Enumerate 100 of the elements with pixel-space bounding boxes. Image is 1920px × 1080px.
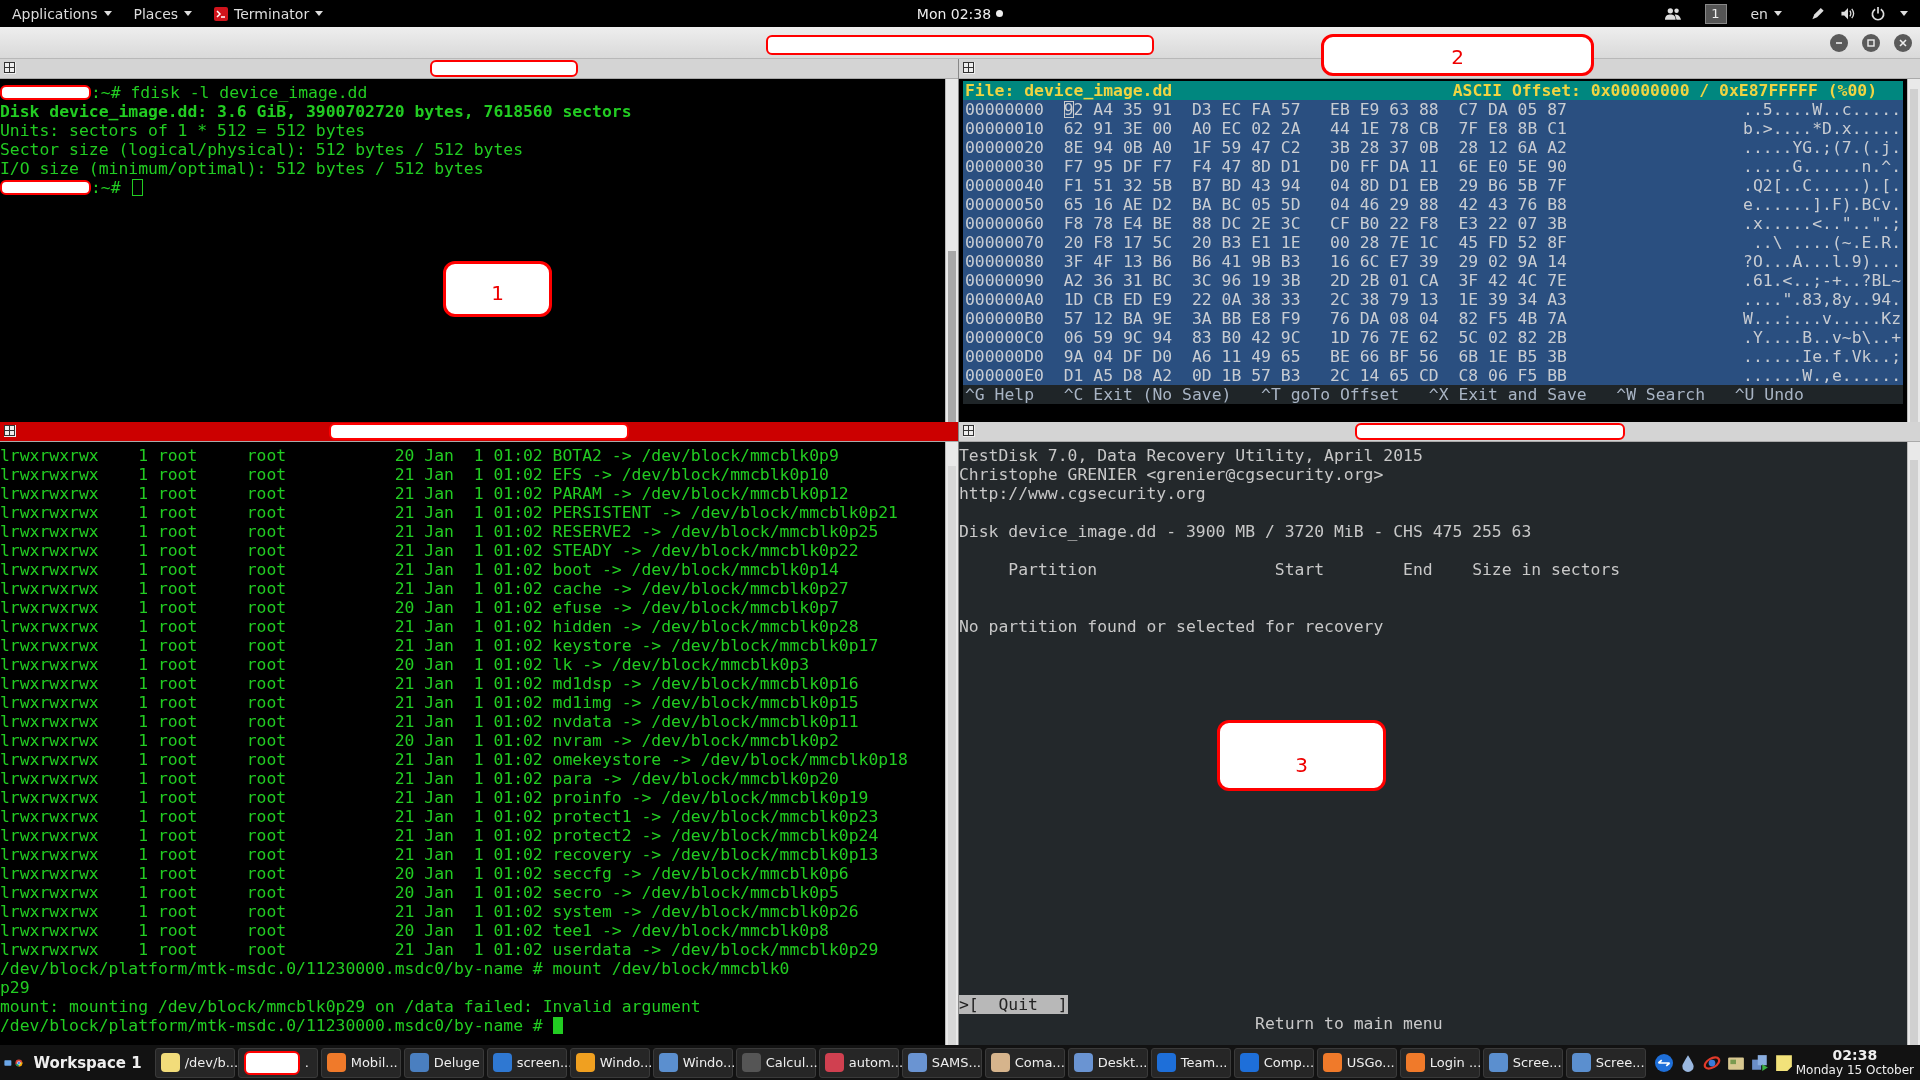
hex-ascii: ..5....W..c..... <box>1743 100 1901 119</box>
shortcut-hint: ^C Exit (No Save) <box>1063 385 1232 404</box>
hex-offset: 000000D0 <box>965 347 1044 366</box>
shortcut-hint: ^U Undo <box>1734 385 1804 404</box>
hex-ascii: ..\ ....(~.E.R. <box>1751 233 1901 252</box>
terminal-line: http://www.cgsecurity.org <box>959 484 1207 503</box>
terminal-line: lrwxrwxrwx 1 root root 21 Jan 1 01:02 userdata -> /dev/block/mmcblk0p29 <box>0 940 879 959</box>
hex-bytes: F7 95 DF F7 F4 47 8D D1 D0 FF DA 11 6E E0 5E 90 <box>1063 157 1567 176</box>
terminal-line: lrwxrwxrwx 1 root root 21 Jan 1 01:02 nvdata -> /dev/block/mmcblk0p11 <box>0 712 859 731</box>
terminal-line: Disk device_image.dd - 3900 MB / 3720 MiB - CHS 475 255 63 <box>959 522 1533 541</box>
terminal-line: lrwxrwxrwx 1 root root 21 Jan 1 01:02 boot -> /dev/block/mmcblk0p14 <box>0 560 839 579</box>
hex-bytes: 3F 4F 13 B6 B6 41 9B B3 16 6C E7 39 29 02 9A 14 <box>1063 252 1567 271</box>
terminal-line: lrwxrwxrwx 1 root root 21 Jan 1 01:02 cache -> /dev/block/mmcblk0p27 <box>0 579 849 598</box>
hex-offset: 00000070 <box>965 233 1044 252</box>
terminal-line: :~# fdisk -l device_image.dd <box>91 83 368 102</box>
hex-offset: 00000080 <box>965 252 1044 271</box>
hex-bytes: 65 16 AE D2 BA BC 05 5D 04 46 29 88 42 43 76 B8 <box>1063 195 1567 214</box>
shortcut-hint: ^W Search <box>1616 385 1706 404</box>
terminal-line: lrwxrwxrwx 1 root root 20 Jan 1 01:02 efuse -> /dev/block/mmcblk0p7 <box>0 598 839 617</box>
terminal-line: lrwxrwxrwx 1 root root 21 Jan 1 01:02 PERSISTENT -> /dev/block/mmcblk0p21 <box>0 503 898 522</box>
hint-text: Return to main menu <box>1254 1014 1444 1033</box>
workspace-label: Workspace 1 <box>33 1053 142 1072</box>
terminal-line: :~# <box>91 178 122 197</box>
terminal-line: lrwxrwxrwx 1 root root 21 Jan 1 01:02 md1img -> /dev/block/mmcblk0p15 <box>0 693 859 712</box>
terminal-line: lrwxrwxrwx 1 root root 20 Jan 1 01:02 tee1 -> /dev/block/mmcblk0p8 <box>0 921 829 940</box>
hex-ascii: b.>....*D.x..... <box>1743 119 1901 138</box>
hex-ascii: ......W.,e...... <box>1743 366 1901 385</box>
callout-tooltip: 3 <box>1217 720 1386 791</box>
hex-bytes: 06 59 9C 94 83 B0 42 9C 1D 76 7E 62 5C 02 82 2B <box>1063 328 1567 347</box>
terminal-line: lrwxrwxrwx 1 root root 21 Jan 1 01:02 recovery -> /dev/block/mmcblk0p13 <box>0 845 879 864</box>
terminal-line: Sector size (logical/physical): 512 bytes / 512 bytes <box>0 140 523 159</box>
hex-ascii: .x.....<.."..".; <box>1743 214 1901 233</box>
hex-ascii: e......].F).BCv. <box>1743 195 1901 214</box>
terminal-line: Christophe GRENIER <grenier@cgsecurity.org> <box>959 465 1385 484</box>
hex-ascii: ......Ie.f.Vk..; <box>1743 347 1901 366</box>
hex-ascii: .Q2[..C.....).[. <box>1743 176 1901 195</box>
terminal-line: lrwxrwxrwx 1 root root 21 Jan 1 01:02 keystore -> /dev/block/mmcblk0p17 <box>0 636 879 655</box>
hex-bytes: 57 12 BA 9E 3A BB E8 F9 76 DA 08 04 82 F5 4B 7A <box>1063 309 1567 328</box>
hex-ascii: .....G......n.^. <box>1743 157 1901 176</box>
terminal-line: p29 <box>0 978 30 997</box>
hex-ascii: ....".83,8y..94. <box>1743 290 1901 309</box>
terminal-line: lrwxrwxrwx 1 root root 21 Jan 1 01:02 protect1 -> /dev/block/mmcblk0p23 <box>0 807 879 826</box>
terminal-line: lrwxrwxrwx 1 root root 21 Jan 1 01:02 EFS -> /dev/block/mmcblk0p10 <box>0 465 829 484</box>
terminal-line: lrwxrwxrwx 1 root root 20 Jan 1 01:02 seccfg -> /dev/block/mmcblk0p6 <box>0 864 849 883</box>
hex-offset: 00000000 <box>965 100 1044 119</box>
terminal-line: /dev/block/platform/mtk-msdc.0/11230000.msdc0/by-name # <box>0 1016 544 1035</box>
terminal-line: lrwxrwxrwx 1 root root 20 Jan 1 01:02 nvram -> /dev/block/mmcblk0p2 <box>0 731 839 750</box>
terminal-line: lrwxrwxrwx 1 root root 21 Jan 1 01:02 system -> /dev/block/mmcblk0p26 <box>0 902 859 921</box>
hex-offset: 00000060 <box>965 214 1044 233</box>
terminal-line: I/O size (minimum/optimal): 512 bytes / 512 bytes <box>0 159 484 178</box>
callout-tooltip: 1 <box>443 261 552 317</box>
hex-bytes: 20 F8 17 5C 20 B3 E1 1E 00 28 7E 1C 45 FD 52 8F <box>1063 233 1567 252</box>
hex-bytes: 1D CB ED E9 22 0A 38 33 2C 38 79 13 1E 39 34 A3 <box>1063 290 1567 309</box>
column-headers: Partition Start End Size in sectors <box>1007 560 1622 579</box>
status-message: No partition found or selected for recovery <box>959 617 1385 636</box>
hex-ascii: W...:...v.....Kz <box>1743 309 1901 328</box>
hex-offset: 00000010 <box>965 119 1044 138</box>
hex-bytes: D1 A5 D8 A2 0D 1B 57 B3 2C 14 65 CD C8 06 F5 BB <box>1063 366 1567 385</box>
hex-offset: 000000E0 <box>965 366 1044 385</box>
terminal-line: lrwxrwxrwx 1 root root 21 Jan 1 01:02 para -> /dev/block/mmcblk0p20 <box>0 769 839 788</box>
hex-ascii: .....YG.;(7.(.j. <box>1743 138 1901 157</box>
hex-bytes: 62 91 3E 00 A0 EC 02 2A 44 1E 78 CB 7F E8 8B C1 <box>1063 119 1567 138</box>
terminal-line: lrwxrwxrwx 1 root root 21 Jan 1 01:02 proinfo -> /dev/block/mmcblk0p19 <box>0 788 869 807</box>
terminal-line: Units: sectors of 1 * 512 = 512 bytes <box>0 121 366 140</box>
hex-ascii: .Y....B..v~b\..+ <box>1743 328 1901 347</box>
terminal-line: TestDisk 7.0, Data Recovery Utility, April 2015 <box>959 446 1424 465</box>
terminal-line: lrwxrwxrwx 1 root root 20 Jan 1 01:02 lk -> /dev/block/mmcblk0p3 <box>0 655 810 674</box>
hex-bytes: F1 51 32 5B B7 BD 43 94 04 8D D1 EB 29 B6 5B 7F <box>1063 176 1567 195</box>
shortcut-hint: ^X Exit and Save <box>1428 385 1587 404</box>
terminal-line: lrwxrwxrwx 1 root root 21 Jan 1 01:02 omekeystore -> /dev/block/mmcblk0p18 <box>0 750 908 769</box>
hex-offset: 00000030 <box>965 157 1044 176</box>
hex-bytes: 9A 04 DF D0 A6 11 49 65 BE 66 BF 56 6B 1E B5 3B <box>1063 347 1567 366</box>
terminal-line: mount: mounting /dev/block/mmcblk0p29 on /data failed: Invalid argument <box>0 997 701 1016</box>
shortcut-hint: ^T goTo Offset <box>1261 385 1400 404</box>
file-name: File: device_image.dd <box>965 81 1173 100</box>
terminal-line: Disk device_image.dd: 3.6 GiB, 3900702720 bytes, 7618560 sectors <box>0 102 632 121</box>
terminal-line: lrwxrwxrwx 1 root root 21 Jan 1 01:02 md1dsp -> /dev/block/mmcblk0p16 <box>0 674 859 693</box>
hex-ascii: ?O...A...l.9)... <box>1743 252 1901 271</box>
hex-offset: 00000090 <box>965 271 1044 290</box>
terminal-line: lrwxrwxrwx 1 root root 21 Jan 1 01:02 STEADY -> /dev/block/mmcblk0p22 <box>0 541 859 560</box>
terminal-line: lrwxrwxrwx 1 root root 21 Jan 1 01:02 protect2 -> /dev/block/mmcblk0p24 <box>0 826 879 845</box>
shortcut-hint: ^G Help <box>965 385 1035 404</box>
callout-tooltip: 2 <box>1321 34 1594 76</box>
hex-offset: 000000A0 <box>965 290 1044 309</box>
terminal-line: /dev/block/platform/mtk-msdc.0/11230000.msdc0/by-name # mount /dev/block/mmcblk0 <box>0 959 790 978</box>
terminal-line: lrwxrwxrwx 1 root root 20 Jan 1 01:02 BOTA2 -> /dev/block/mmcblk0p9 <box>0 446 839 465</box>
hex-bytes: F8 78 E4 BE 88 DC 2E 3C CF B0 22 F8 E3 22 07 3B <box>1063 214 1567 233</box>
hex-bytes: 8E 94 0B A0 1F 59 47 C2 3B 28 37 0B 28 12 6A A2 <box>1063 138 1567 157</box>
terminal-line: lrwxrwxrwx 1 root root 21 Jan 1 01:02 RESERVE2 -> /dev/block/mmcblk0p25 <box>0 522 879 541</box>
hex-ascii: .61.<..;-+..?BL~ <box>1743 271 1901 290</box>
terminal-line: lrwxrwxrwx 1 root root 21 Jan 1 01:02 hidden -> /dev/block/mmcblk0p28 <box>0 617 859 636</box>
terminal-line: lrwxrwxrwx 1 root root 20 Jan 1 01:02 secro -> /dev/block/mmcblk0p5 <box>0 883 839 902</box>
hex-offset: 00000040 <box>965 176 1044 195</box>
terminal-line: lrwxrwxrwx 1 root root 21 Jan 1 01:02 PARAM -> /dev/block/mmcblk0p12 <box>0 484 849 503</box>
hex-offset: 00000050 <box>965 195 1044 214</box>
offset-readout: ASCII Offset: 0x00000000 / 0xE87FFFFF (%00) <box>1452 81 1877 100</box>
hex-offset: 000000B0 <box>965 309 1044 328</box>
hex-bytes: A2 36 31 BC 3C 96 19 3B 2D 2B 01 CA 3F 42 4C 7E <box>1063 271 1567 290</box>
hex-offset: 000000C0 <box>965 328 1044 347</box>
hex-offset: 00000020 <box>965 138 1044 157</box>
